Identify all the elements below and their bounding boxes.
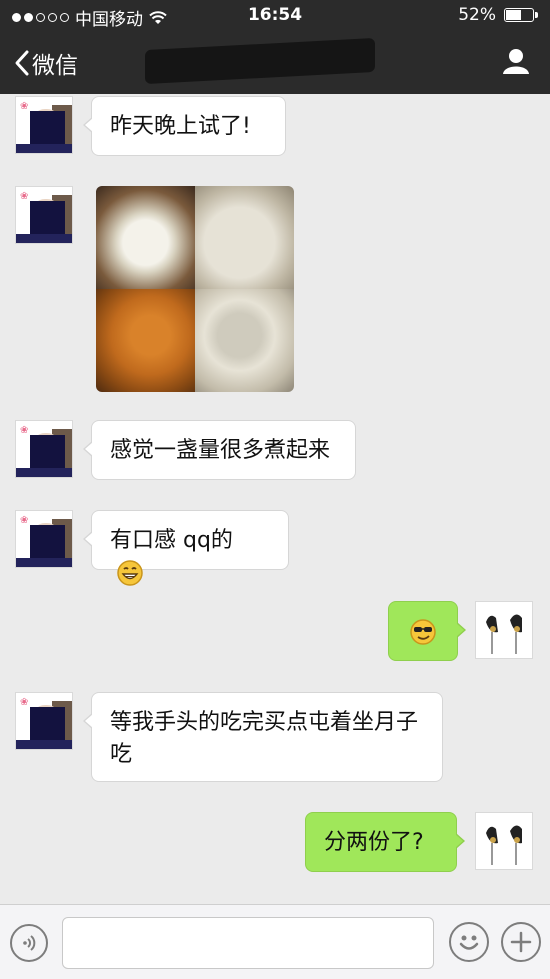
contact-avatar[interactable]: ❀ (15, 186, 73, 244)
bird-avatar-icon (476, 602, 532, 658)
message-bubble[interactable]: 昨天晚上试了! (83, 96, 286, 156)
message-text: 昨天晚上试了! (110, 114, 251, 139)
back-label: 微信 (32, 53, 78, 79)
input-bar (0, 904, 550, 979)
contact-avatar[interactable]: ❀ (15, 510, 73, 568)
image-quadrant (195, 186, 294, 289)
plus-icon (510, 931, 532, 953)
nav-bar: 微信 (0, 30, 550, 94)
contact-avatar[interactable]: ❀ (15, 692, 73, 750)
my-avatar[interactable] (475, 812, 533, 870)
more-button[interactable] (501, 922, 541, 962)
message-bubble[interactable]: 感觉一盏量很多煮起来 (83, 420, 356, 480)
redacted-title (145, 37, 375, 85)
battery-level (506, 10, 521, 20)
message-bubble[interactable]: 等我手头的吃完买点屯着坐月子吃 (83, 692, 443, 782)
image-quadrant (96, 289, 195, 392)
message-image[interactable] (96, 186, 294, 392)
message-bubble[interactable]: 有口感 qq的 (83, 510, 289, 586)
chat-info-button[interactable] (502, 47, 530, 79)
message-text: 有口感 qq的 (110, 528, 233, 553)
message-input[interactable] (62, 917, 434, 969)
message-text: 感觉一盏量很多煮起来 (110, 438, 331, 463)
message-text: 分两份了? (324, 830, 424, 855)
message-text: 等我手头的吃完买点屯着坐月子吃 (110, 710, 419, 767)
status-right: 52% (458, 5, 538, 25)
image-quadrant (195, 289, 294, 392)
status-bar: 中国移动 16:54 52% (0, 0, 550, 30)
chevron-left-icon (15, 50, 29, 76)
user-icon (503, 49, 529, 74)
contact-avatar[interactable]: ❀ (15, 96, 73, 154)
my-avatar[interactable] (475, 601, 533, 659)
grin-emoji-icon (117, 560, 143, 586)
contact-avatar[interactable]: ❀ (15, 420, 73, 478)
battery-percent: 52% (458, 5, 496, 25)
image-quadrant (96, 186, 195, 289)
back-button[interactable]: 微信 (14, 46, 78, 80)
bird-avatar-icon (476, 813, 532, 869)
message-bubble[interactable]: 分两份了? (305, 812, 465, 872)
emoji-button[interactable] (449, 922, 489, 962)
voice-icon (23, 935, 36, 951)
smiley-icon (459, 935, 479, 950)
chat-area[interactable]: ❀ 昨天晚上试了! ❀ ❀ 感觉一盏量很多煮起来 ❀ 有口感 qq的 ❀ 等我手… (0, 94, 550, 904)
battery-icon (504, 8, 538, 22)
message-bubble[interactable] (388, 601, 466, 661)
voice-button[interactable] (10, 924, 48, 962)
sunglasses-emoji-icon (410, 619, 436, 645)
